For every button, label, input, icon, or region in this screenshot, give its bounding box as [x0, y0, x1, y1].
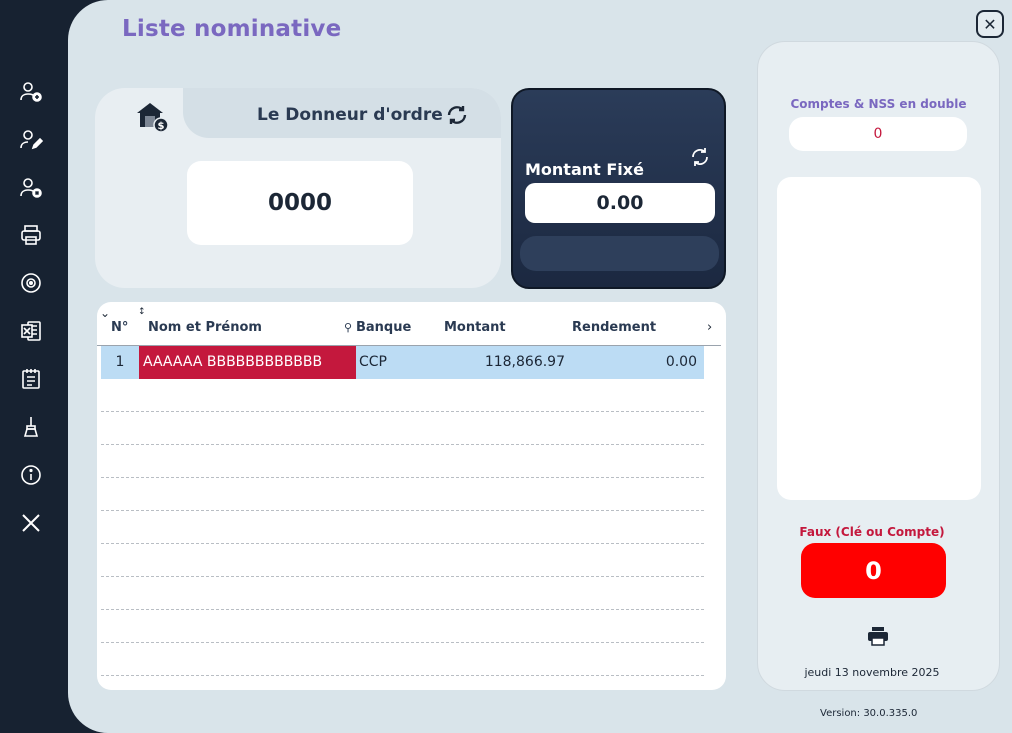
donneur-card: $ Le Donneur d'ordre 0000: [95, 88, 501, 288]
clean-button[interactable]: [16, 412, 46, 442]
user-plus-icon: [20, 82, 42, 102]
empty-row[interactable]: [101, 610, 704, 643]
column-header-amount[interactable]: Montant: [444, 320, 506, 335]
chevron-right-icon[interactable]: ›: [707, 320, 712, 335]
column-header-yield[interactable]: Rendement: [572, 320, 656, 335]
disc-button[interactable]: [16, 268, 46, 298]
info-button[interactable]: [16, 460, 46, 490]
grid-header: ⌄ ↕ N° Nom et Prénom ⚲ Banque Montant Re…: [97, 302, 721, 346]
montant-card: Montant Fixé 0.00: [511, 88, 726, 289]
exit-button[interactable]: [16, 508, 46, 538]
current-date: jeudi 13 novembre 2025: [804, 666, 940, 679]
broom-icon: [23, 417, 39, 437]
cell-num: 1: [115, 354, 125, 370]
empty-row[interactable]: [101, 379, 704, 412]
excel-icon: [21, 321, 41, 341]
empty-row[interactable]: [101, 412, 704, 445]
info-icon: [21, 465, 41, 485]
errors-count-button[interactable]: 0: [801, 543, 946, 598]
notepad-button[interactable]: [16, 364, 46, 394]
column-header-bank[interactable]: Banque: [356, 320, 411, 335]
refresh-icon[interactable]: [445, 103, 469, 127]
column-header-num[interactable]: N°: [111, 320, 128, 335]
cell-amount: 118,866.97: [484, 354, 565, 370]
sidebar: [0, 0, 68, 733]
duplicates-label: Comptes & NSS en double: [790, 97, 967, 111]
search-icon[interactable]: ⚲: [344, 321, 352, 334]
montant-action-bar[interactable]: [520, 236, 719, 271]
chevron-down-icon[interactable]: ⌄: [100, 306, 110, 320]
app-window: Liste nominative ✕ $ Le Donneur d'ordre …: [0, 0, 1012, 733]
svg-text:$: $: [158, 121, 165, 132]
table-row[interactable]: 1 AAAAAA BBBBBBBBBBBB CCP 118,866.97 0.0…: [101, 346, 704, 379]
cell-name: AAAAAA BBBBBBBBBBBB: [139, 346, 356, 379]
disc-icon: [21, 273, 41, 293]
page-title: Liste nominative: [122, 16, 342, 42]
cell-bank: CCP: [359, 354, 387, 370]
printer-icon[interactable]: [867, 626, 889, 646]
donneur-value-field[interactable]: 0000: [187, 161, 413, 245]
version-label: Version: 30.0.335.0: [820, 708, 918, 719]
duplicates-count: 0: [789, 117, 967, 151]
empty-row[interactable]: [101, 544, 704, 577]
duplicates-list[interactable]: [777, 177, 981, 500]
bank-icon: $: [137, 103, 169, 132]
sync-icon[interactable]: [688, 145, 712, 169]
empty-row[interactable]: [101, 445, 704, 478]
print-button[interactable]: [16, 220, 46, 250]
summary-panel: Comptes & NSS en double 0 Faux (Clé ou C…: [757, 41, 1000, 691]
add-user-button[interactable]: [16, 76, 46, 106]
sort-icon[interactable]: ↕: [138, 307, 146, 317]
notepad-icon: [22, 369, 40, 389]
empty-row[interactable]: [101, 478, 704, 511]
close-button[interactable]: ✕: [976, 10, 1004, 38]
data-grid: ⌄ ↕ N° Nom et Prénom ⚲ Banque Montant Re…: [97, 302, 726, 690]
user-edit-icon: [20, 130, 43, 150]
delete-user-button[interactable]: [16, 172, 46, 202]
grid-body: 1 AAAAAA BBBBBBBBBBBB CCP 118,866.97 0.0…: [101, 346, 704, 676]
printer-icon: [21, 225, 41, 245]
user-remove-icon: [20, 178, 42, 198]
excel-button[interactable]: [16, 316, 46, 346]
montant-label: Montant Fixé: [525, 160, 644, 179]
cell-yield: 0.00: [665, 354, 697, 370]
close-icon: [22, 514, 40, 532]
main-panel: Liste nominative ✕ $ Le Donneur d'ordre …: [68, 0, 1012, 733]
column-header-name[interactable]: Nom et Prénom: [148, 320, 262, 335]
donneur-label: Le Donneur d'ordre: [257, 105, 443, 125]
errors-label: Faux (Clé ou Compte): [799, 525, 945, 539]
empty-row[interactable]: [101, 577, 704, 610]
edit-user-button[interactable]: [16, 124, 46, 154]
montant-input[interactable]: 0.00: [525, 183, 715, 223]
empty-row[interactable]: [101, 511, 704, 544]
empty-row[interactable]: [101, 643, 704, 676]
